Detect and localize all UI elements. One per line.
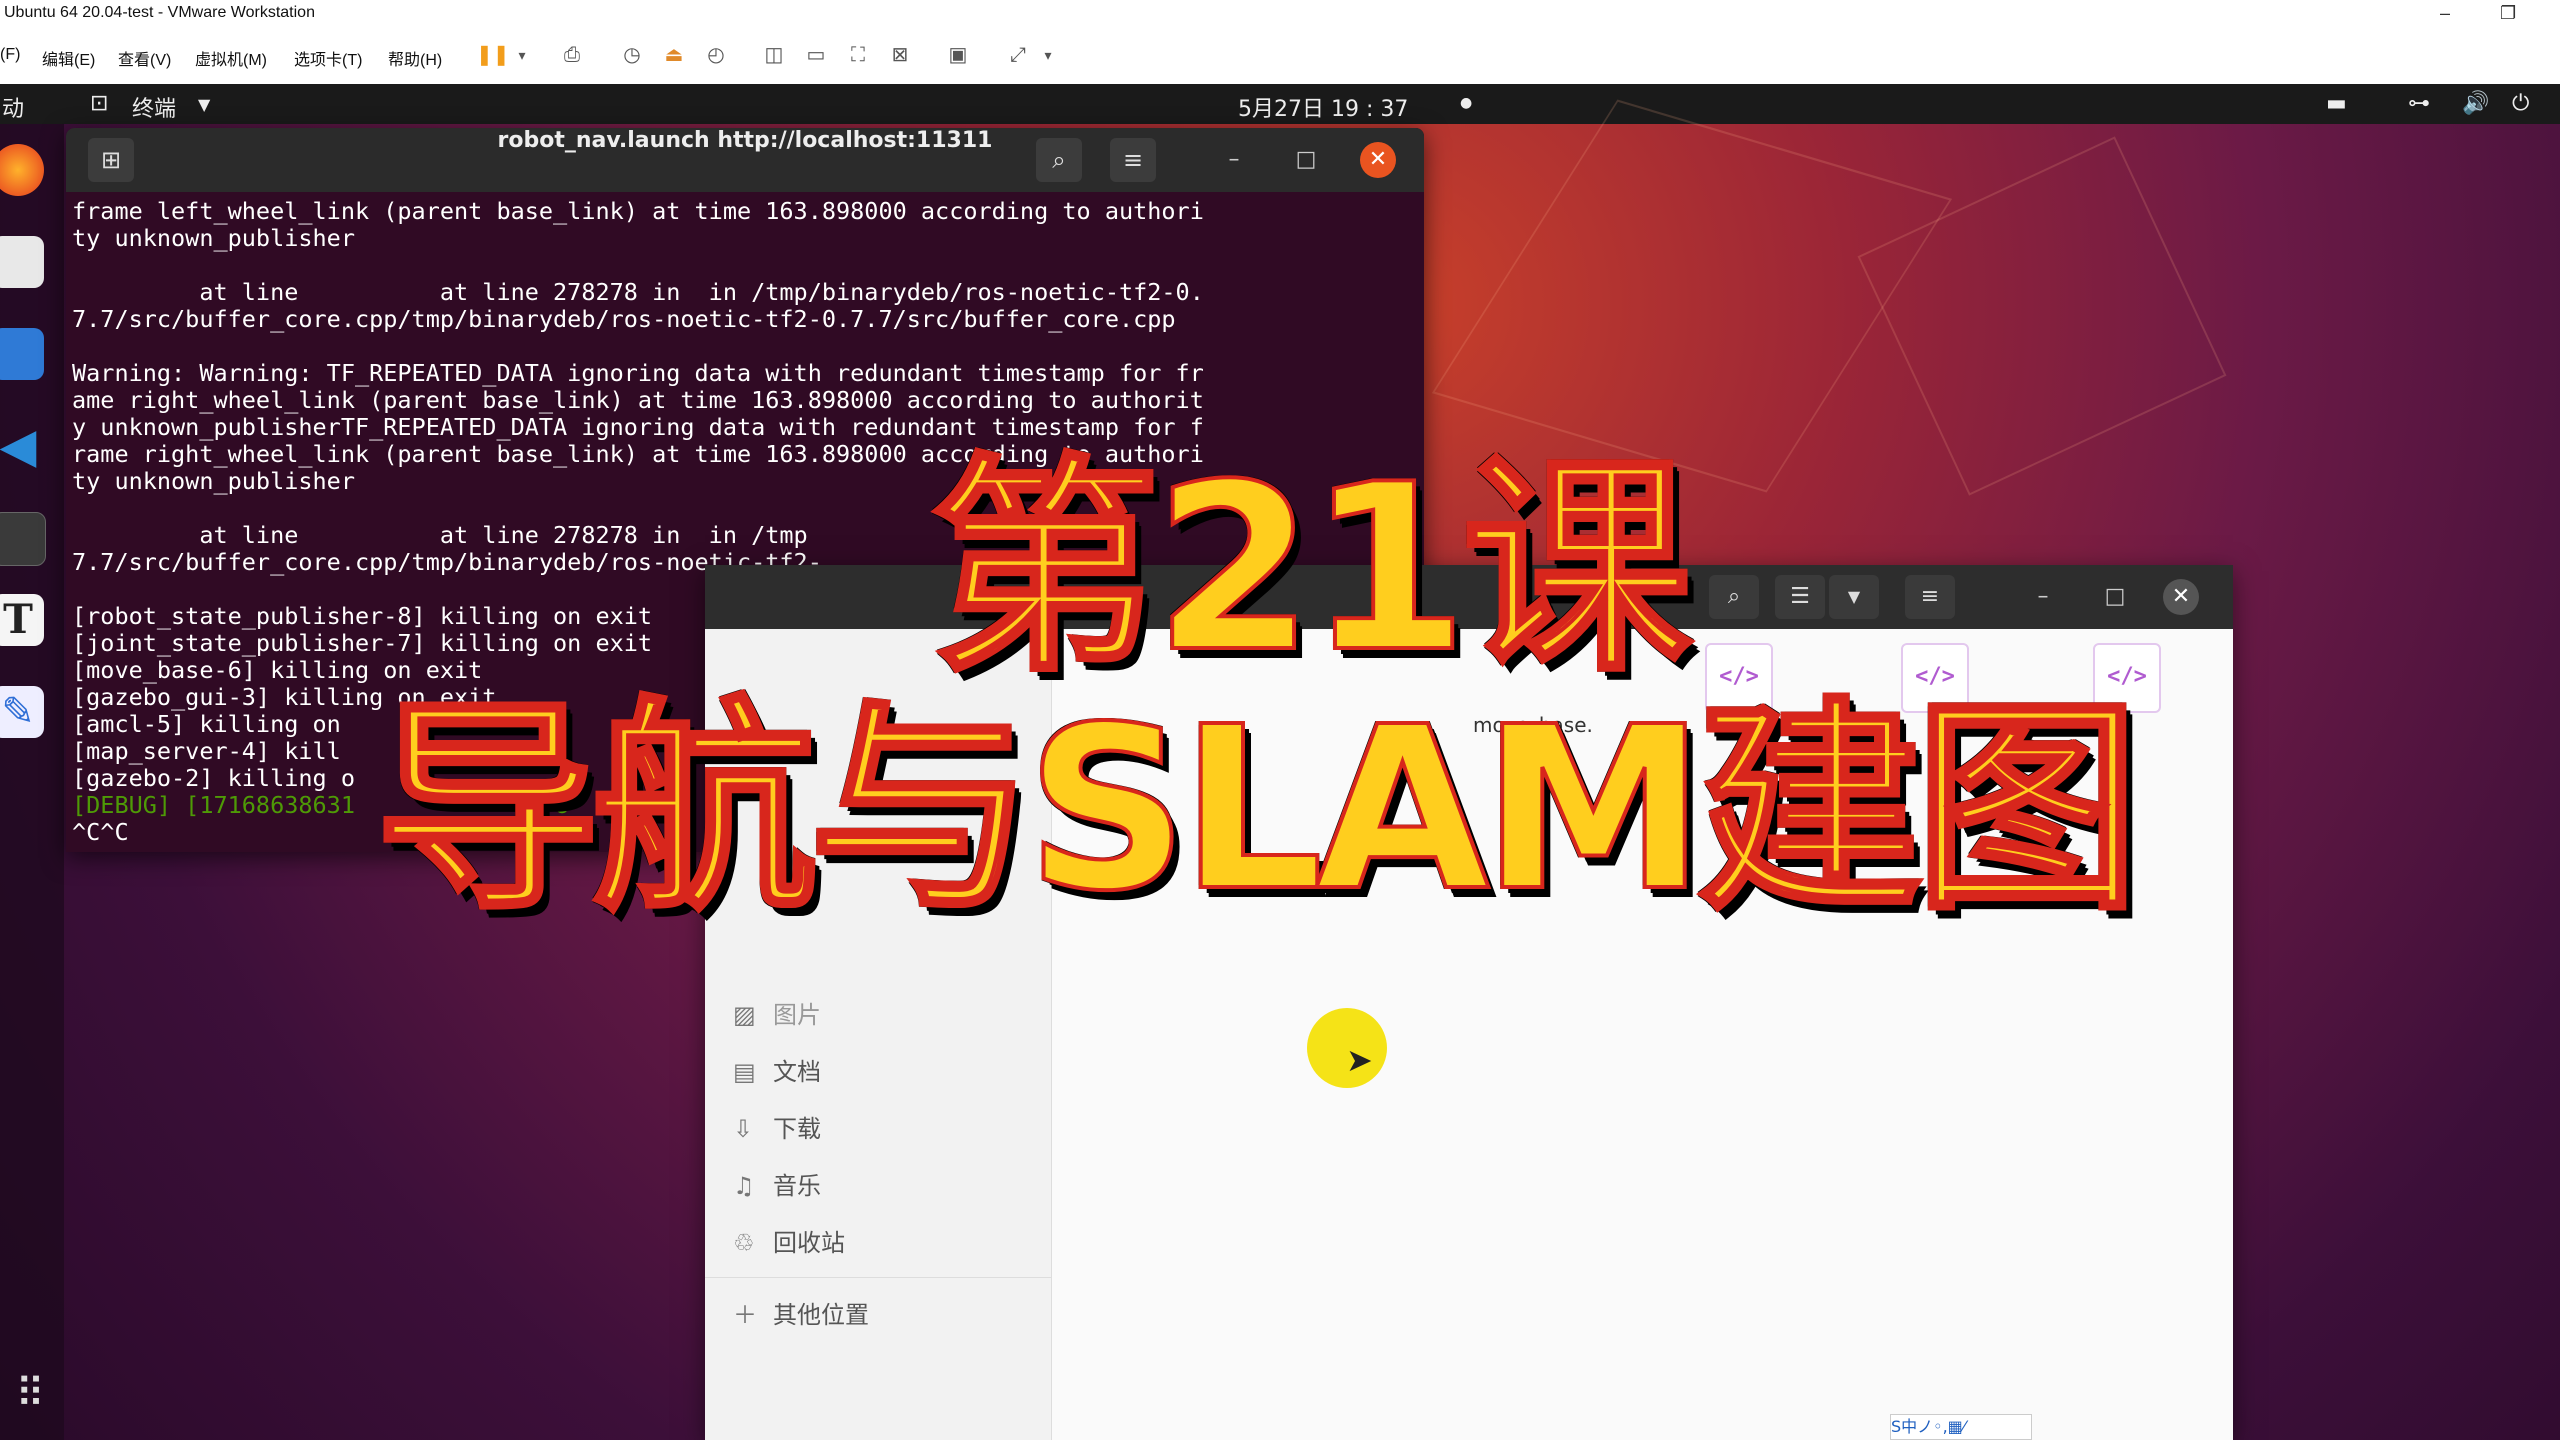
vmware-menu-bar: (F) 编辑(E) 查看(V) 虚拟机(M) 选项卡(T) 帮助(H) ❚❚ ▾… xyxy=(0,26,2560,85)
menu-vm[interactable]: 虚拟机(M) xyxy=(195,46,267,70)
sidebar-item-label: 文档 xyxy=(773,1058,821,1086)
sidebar-item-documents[interactable]: ▤ 文档 xyxy=(733,1052,821,1092)
sidebar-divider xyxy=(705,1277,1051,1278)
terminal-app-icon: ⊡ xyxy=(90,91,109,116)
menu-file[interactable]: (F) xyxy=(0,46,20,64)
show-apps-icon[interactable]: ⠿ xyxy=(4,1368,56,1420)
sidebar-item-label: 下载 xyxy=(773,1115,821,1143)
restore-icon[interactable]: ❐ xyxy=(2500,0,2516,26)
app-menu-label[interactable]: 终端 xyxy=(132,91,176,123)
sidebar-item-music[interactable]: ♫ 音乐 xyxy=(733,1166,821,1206)
wallpaper-facet xyxy=(1431,99,1953,493)
window-title: Ubuntu 64 20.04-test - VMware Workstatio… xyxy=(4,4,315,21)
video-title-line2: 导航与SLAM建图 xyxy=(373,679,2141,941)
stretch-icon[interactable]: ⤢ xyxy=(1004,42,1032,68)
plus-icon: ＋ xyxy=(733,1301,757,1329)
minimize-icon[interactable]: – xyxy=(2025,579,2061,615)
terminal-line: frame left_wheel_link (parent base_link)… xyxy=(72,197,1204,225)
vmware-title-bar: Ubuntu 64 20.04-test - VMware Workstatio… xyxy=(0,0,2560,26)
pictures-icon: ▨ xyxy=(733,1001,756,1029)
sidebar-item-label: 音乐 xyxy=(773,1172,821,1200)
debug-text: [DEBUG] [17168638631 xyxy=(72,791,355,819)
files-icon[interactable] xyxy=(0,236,44,288)
chevron-down-icon[interactable]: ▾ xyxy=(508,42,536,68)
minimize-icon[interactable]: – xyxy=(2440,0,2450,26)
activities-button[interactable]: 动 xyxy=(2,91,24,123)
video-title-line1: 第21课 xyxy=(928,436,1694,703)
close-icon[interactable]: ✕ xyxy=(1360,142,1396,178)
sidebar-item-pictures[interactable]: ▨ 图片 xyxy=(733,995,821,1035)
music-icon: ♫ xyxy=(733,1172,755,1200)
maximize-icon[interactable]: □ xyxy=(1288,142,1324,178)
vscode-icon[interactable]: ◀ xyxy=(0,420,44,472)
firefox-icon[interactable] xyxy=(0,144,44,196)
dock: ◀ T ✎ ⠿ xyxy=(0,124,64,1440)
hamburger-menu-icon[interactable]: ≡ xyxy=(1110,138,1156,182)
search-icon[interactable]: ⌕ xyxy=(1036,138,1082,182)
thumbnail-icon[interactable]: ▭ xyxy=(802,42,830,68)
terminal-line: ty unknown_publisher xyxy=(72,224,355,252)
send-keys-icon[interactable]: ⎙ xyxy=(558,42,586,68)
sidebar-item-downloads[interactable]: ⇩ 下载 xyxy=(733,1109,821,1149)
sidebar-item-label: 回收站 xyxy=(773,1229,845,1257)
pause-icon[interactable]: ❚❚ xyxy=(476,42,510,68)
writer-icon[interactable] xyxy=(0,328,44,380)
trash-icon: ♲ xyxy=(733,1229,755,1257)
close-icon[interactable]: ✕ xyxy=(2163,579,2199,615)
volume-icon[interactable]: 🔊 xyxy=(2462,91,2489,116)
terminal-header-bar: ⊞ robot_nav.launch http://localhost:1131… xyxy=(66,128,1424,192)
view-options-chevron-icon[interactable]: ▼ xyxy=(1829,575,1879,619)
snapshot-manager-icon[interactable]: ◴ xyxy=(702,42,730,68)
terminal-line: at line at line 278278 in in /tmp/binary… xyxy=(72,278,1204,306)
search-icon[interactable]: ⌕ xyxy=(1709,575,1759,619)
keyboard-icon[interactable]: ▬ xyxy=(2326,91,2347,116)
terminal-dock-icon[interactable] xyxy=(0,512,46,566)
snapshot-icon[interactable]: ◷ xyxy=(618,42,646,68)
text-editor-icon[interactable]: T xyxy=(0,594,44,646)
network-icon[interactable]: ⊶ xyxy=(2408,91,2430,116)
sidebar-item-label: 图片 xyxy=(773,1001,821,1029)
terminal-line: ame right_wheel_link (parent base_link) … xyxy=(72,386,1204,414)
document-icon: ▤ xyxy=(733,1058,756,1086)
fullscreen-icon[interactable]: ⛶ xyxy=(844,42,872,68)
ime-toolbar[interactable]: S中ノ◦,▦⁄ xyxy=(1890,1414,2032,1440)
ubuntu-top-bar: 动 ⊡ 终端 ▼ 5月27日 19 : 37 ● ▬ ⊶ 🔊 ⏻ xyxy=(0,84,2560,124)
console-icon[interactable]: ▣ xyxy=(944,42,972,68)
minimize-icon[interactable]: – xyxy=(1216,142,1252,178)
hamburger-menu-icon[interactable]: ≡ xyxy=(1905,575,1955,619)
notification-dot-icon: ● xyxy=(1460,95,1473,111)
menu-tabs[interactable]: 选项卡(T) xyxy=(294,46,362,70)
sidebar-item-other-locations[interactable]: ＋ 其他位置 xyxy=(733,1295,869,1335)
download-icon: ⇩ xyxy=(733,1115,754,1143)
menu-help[interactable]: 帮助(H) xyxy=(388,46,442,70)
app-menu-chevron-icon[interactable]: ▼ xyxy=(198,95,210,114)
clock[interactable]: 5月27日 19 : 37 xyxy=(1238,91,1408,123)
stretch-dropdown-icon[interactable]: ▾ xyxy=(1034,42,1062,68)
sidebar-toggle-icon[interactable]: ◫ xyxy=(760,42,788,68)
list-view-icon[interactable]: ☰ xyxy=(1775,575,1825,619)
menu-edit[interactable]: 编辑(E) xyxy=(42,46,95,70)
maximize-icon[interactable]: □ xyxy=(2097,579,2133,615)
sidebar-item-label: 其他位置 xyxy=(773,1301,869,1329)
terminal-line: 7.7/src/buffer_core.cpp/tmp/binarydeb/ro… xyxy=(72,305,1176,333)
edit-icon[interactable]: ✎ xyxy=(0,686,44,738)
menu-view[interactable]: 查看(V) xyxy=(118,46,171,70)
mouse-pointer-icon: ➤ xyxy=(1346,1041,1373,1079)
power-icon[interactable]: ⏻ xyxy=(2512,91,2529,116)
sidebar-item-trash[interactable]: ♲ 回收站 xyxy=(733,1223,845,1263)
terminal-line: Warning: Warning: TF_REPEATED_DATA ignor… xyxy=(72,359,1204,387)
revert-snapshot-icon[interactable]: ⏏ xyxy=(660,42,688,68)
unity-icon[interactable]: ⊠ xyxy=(886,42,914,68)
